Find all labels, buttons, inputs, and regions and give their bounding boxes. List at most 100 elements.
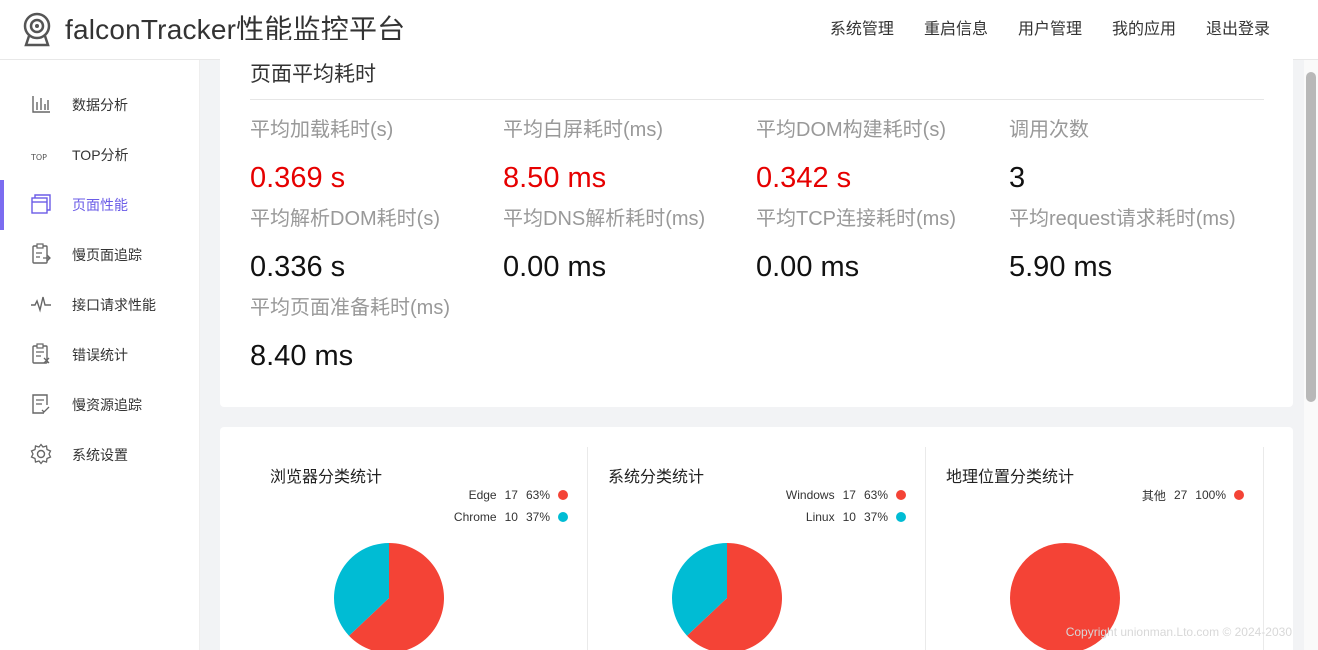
sidebar: 数据分析 TOP TOP分析 页面性能 慢页面追踪 接口请求性能 错误统计 慢资… [0,60,200,650]
legend-dot [558,512,568,522]
sidebar-item-slow-page-tracking[interactable]: 慢页面追踪 [0,230,200,280]
metric-value: 0.00 ms [503,251,607,283]
legend-item[interactable]: Windows 17 63% [786,484,906,506]
panel-title: 地理位置分类统计 [946,469,1075,486]
metric-avg-request: 平均request请求耗时(ms) 5.90 ms [1009,207,1262,285]
legend-item[interactable]: Linux 10 37% [786,506,906,528]
sidebar-item-label: TOP分析 [72,147,129,163]
metric-avg-dom-build: 平均DOM构建耗时(s) 0.342 s [756,118,1009,196]
sidebar-item-label: 错误统计 [72,347,128,363]
document-check-icon [32,394,50,414]
page-icon [31,194,51,214]
legend-percent: 63% [525,488,550,502]
metric-label: 平均DNS解析耗时(ms) [503,208,706,230]
scrollbar-thumb[interactable] [1306,72,1316,402]
sidebar-item-data-analysis[interactable]: 数据分析 [0,80,200,130]
browser-pie-chart [334,543,444,650]
legend-percent: 37% [863,510,888,524]
nav-system-management[interactable]: 系统管理 [830,18,894,42]
sidebar-item-label: 慢资源追踪 [72,397,142,413]
distribution-card: 浏览器分类统计 Edge 17 63% Chrome 10 37% 系统分类统计… [220,427,1293,650]
os-pie-chart [672,543,782,650]
legend-dot [1234,490,1244,500]
metric-label: 平均白屏耗时(ms) [503,119,663,141]
metric-label: 平均解析DOM耗时(s) [250,208,440,230]
bar-chart-icon [32,96,50,113]
legend-name: 其他 [1141,488,1166,503]
legend-name: Linux [805,510,835,524]
legend-count: 10 [842,510,856,524]
nav-my-apps[interactable]: 我的应用 [1112,18,1176,42]
sidebar-item-label: 数据分析 [72,97,128,113]
metric-avg-dom-parse: 平均解析DOM耗时(s) 0.336 s [250,207,503,285]
webcam-logo-icon [23,12,51,47]
legend: Edge 17 63% Chrome 10 37% [454,484,568,528]
sidebar-item-page-performance[interactable]: 页面性能 [0,180,200,230]
sidebar-item-slow-resource-tracking[interactable]: 慢资源追踪 [0,380,200,430]
legend-name: Chrome [453,510,497,524]
sidebar-item-api-performance[interactable]: 接口请求性能 [0,280,200,330]
page-avg-time-card: 页面平均耗时 平均加载耗时(s) 0.369 s 平均白屏耗时(ms) 8.50… [220,40,1293,407]
sidebar-item-error-statistics[interactable]: 错误统计 [0,330,200,380]
metric-label: 平均页面准备耗时(ms) [250,297,450,319]
legend-percent: 37% [525,510,550,524]
legend-item[interactable]: Chrome 10 37% [454,506,568,528]
top-icon: TOP [30,153,47,162]
clipboard-x-icon [32,343,50,364]
metric-avg-dns: 平均DNS解析耗时(ms) 0.00 ms [503,207,756,285]
metric-value: 0.00 ms [756,251,860,283]
panel-divider [1263,447,1264,650]
sidebar-item-label: 页面性能 [72,197,128,213]
legend-item[interactable]: 其他 27 100% [1142,484,1244,506]
metric-call-count: 调用次数 3 [1009,118,1262,196]
metric-value: 8.40 ms [250,340,354,372]
legend-dot [558,490,568,500]
legend-percent: 100% [1195,488,1226,502]
sidebar-item-top-analysis[interactable]: TOP TOP分析 [0,130,200,180]
legend-count: 10 [504,510,518,524]
metric-label: 平均DOM构建耗时(s) [756,119,946,141]
nav-user-management[interactable]: 用户管理 [1018,18,1082,42]
legend: 其他 27 100% [1142,484,1244,506]
metric-avg-page-prepare: 平均页面准备耗时(ms) 8.40 ms [250,296,503,374]
os-stats-panel: 系统分类统计 Windows 17 63% Linux 10 37% [588,447,926,650]
metric-value: 0.369 s [250,162,346,194]
metric-value: 3 [1009,162,1026,194]
metric-value: 8.50 ms [503,162,607,194]
sidebar-item-label: 系统设置 [72,447,128,463]
sidebar-item-label: 接口请求性能 [72,297,156,313]
legend-item[interactable]: Edge 17 63% [454,484,568,506]
legend-name: Edge [468,488,497,502]
metric-value: 0.342 s [756,162,852,194]
metric-label: 平均加载耗时(s) [250,119,394,141]
nav-logout[interactable]: 退出登录 [1206,18,1270,42]
metric-avg-white-screen: 平均白屏耗时(ms) 8.50 ms [503,118,756,196]
metric-avg-load: 平均加载耗时(s) 0.369 s [250,118,503,196]
svg-text:TOP: TOP [30,153,47,162]
clipboard-arrow-icon [32,243,51,264]
metric-avg-tcp: 平均TCP连接耗时(ms) 0.00 ms [756,207,1009,285]
card-title: 页面平均耗时 [250,63,376,86]
legend-count: 17 [504,488,518,502]
gear-icon [30,443,52,465]
top-nav: 系统管理 重启信息 用户管理 我的应用 退出登录 [830,18,1270,42]
geo-stats-panel: 地理位置分类统计 其他 27 100% [926,447,1264,650]
metric-label: 调用次数 [1009,119,1089,141]
sidebar-item-system-settings[interactable]: 系统设置 [0,430,200,480]
browser-stats-panel: 浏览器分类统计 Edge 17 63% Chrome 10 37% [250,447,588,650]
panel-title: 浏览器分类统计 [270,469,383,486]
panel-title: 系统分类统计 [608,469,705,486]
nav-restart-info[interactable]: 重启信息 [924,18,988,42]
legend-dot [896,512,906,522]
legend: Windows 17 63% Linux 10 37% [786,484,906,528]
legend-name: Windows [785,488,835,502]
legend-count: 17 [842,488,856,502]
sidebar-item-label: 慢页面追踪 [72,247,142,263]
copyright-text: Copyright unionman.Lto.com © 2024-2030 [1065,625,1292,639]
metric-value: 0.336 s [250,251,346,283]
legend-count: 27 [1173,488,1188,502]
divider [250,99,1264,100]
pulse-icon [31,296,51,313]
legend-dot [896,490,906,500]
metric-label: 平均request请求耗时(ms) [1009,208,1236,230]
